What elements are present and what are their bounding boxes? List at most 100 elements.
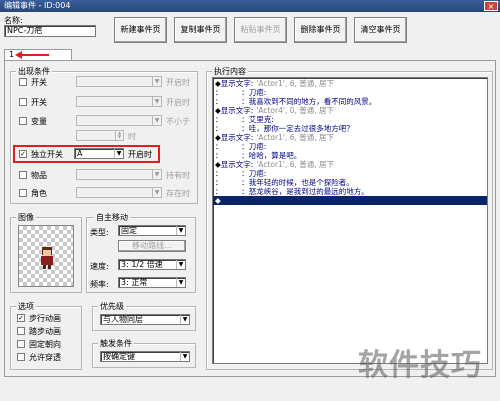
- paste-page-button[interactable]: 粘贴事件页: [234, 17, 287, 43]
- self-switch-value: A: [77, 149, 83, 158]
- direction-fix-checkbox[interactable]: [17, 340, 25, 348]
- contents-title: 执行内容: [212, 66, 248, 77]
- command-line[interactable]: ◆显示文字: 'Actor4', 0, 普通, 居下: [215, 106, 379, 115]
- conditions-title: 出现条件: [16, 66, 52, 77]
- character-image[interactable]: [18, 225, 74, 287]
- close-button[interactable]: ×: [484, 1, 498, 11]
- step-anim-label: 踏步动画: [29, 327, 61, 336]
- chevron-down-icon: ▼: [152, 97, 161, 106]
- frequency-select[interactable]: 3: 正常 ▼: [118, 277, 186, 288]
- trigger-select[interactable]: 按确定键 ▼: [100, 351, 190, 362]
- command-line[interactable]: ： ：刀疤:: [215, 88, 379, 97]
- switch1-select[interactable]: ▼: [76, 76, 162, 87]
- options-title: 选项: [16, 301, 36, 312]
- switch2-checkbox[interactable]: [19, 98, 27, 106]
- type-label: 类型:: [90, 228, 109, 237]
- new-page-button[interactable]: 新建事件页: [114, 17, 167, 43]
- arrow-icon: [15, 51, 49, 59]
- command-insert-row[interactable]: ◆: [213, 196, 487, 205]
- command-text: ：刀疤:: [218, 88, 267, 97]
- switch2-suffix: 开启时: [166, 98, 190, 107]
- command-line[interactable]: ： ：怒龙峡谷，是我到过的最远的地方。: [215, 187, 379, 196]
- command-line[interactable]: ： ：我喜欢到不同的地方，看不同的风景。: [215, 97, 379, 106]
- item-select[interactable]: ▼: [76, 169, 162, 180]
- command-line[interactable]: ： ：哈哈，算是吧。: [215, 151, 379, 160]
- actor-suffix: 存在时: [166, 189, 190, 198]
- variable-unit: 时: [128, 132, 136, 141]
- chevron-down-icon: ▼: [176, 278, 185, 287]
- self-switch-label: 独立开关: [31, 150, 63, 159]
- command-line[interactable]: ◆显示文字: 'Actor1', 6, 普通, 居下: [215, 160, 379, 169]
- command-params: 'Actor1', 6, 普通, 居下: [256, 160, 335, 169]
- chevron-down-icon: ▼: [114, 149, 123, 158]
- image-title: 图像: [16, 212, 36, 223]
- command-line[interactable]: ： ：我年轻的时候，也是个探险者。: [215, 178, 379, 187]
- actor-checkbox[interactable]: [19, 189, 27, 197]
- command-text: 显示文字:: [220, 133, 254, 142]
- type-select[interactable]: 固定 ▼: [118, 225, 186, 236]
- trigger-title: 触发条件: [98, 338, 134, 349]
- clear-page-button[interactable]: 清空事件页: [354, 17, 407, 43]
- chevron-down-icon: ▼: [176, 260, 185, 269]
- through-label: 允许穿透: [29, 353, 61, 362]
- item-checkbox[interactable]: [19, 171, 27, 179]
- frequency-label: 频率:: [90, 280, 109, 289]
- chevron-down-icon: ▼: [180, 352, 189, 361]
- command-line[interactable]: ： ：刀疤:: [215, 142, 379, 151]
- move-route-button[interactable]: 移动路线...: [118, 240, 186, 252]
- chevron-down-icon: ▼: [152, 188, 161, 197]
- direction-fix-label: 固定朝向: [29, 340, 61, 349]
- step-anim-checkbox[interactable]: [17, 327, 25, 335]
- priority-title: 优先级: [98, 301, 126, 312]
- speed-label: 速度:: [90, 262, 109, 271]
- actor-select[interactable]: ▼: [76, 187, 162, 198]
- speed-select[interactable]: 3: 1/2 倍速 ▼: [118, 259, 186, 270]
- name-input[interactable]: NPC-刀疤: [4, 25, 96, 37]
- event-command-list[interactable]: ◆显示文字: 'Actor1', 6, 普通, 居下： ：刀疤:： ：我喜欢到不同…: [212, 77, 488, 364]
- command-params: 'Actor1', 6, 普通, 居下: [256, 133, 335, 142]
- item-label: 物品: [31, 171, 47, 180]
- trigger-value: 按确定键: [103, 352, 135, 361]
- switch2-select[interactable]: ▼: [76, 96, 162, 107]
- command-text: 显示文字:: [220, 106, 254, 115]
- chevron-down-icon: ▼: [180, 315, 189, 324]
- command-text: ：我年轻的时候，也是个探险者。: [218, 178, 354, 187]
- command-line[interactable]: ： ：哇，那你一定去过很多地方吧？: [215, 124, 379, 133]
- command-text: ：哇，那你一定去过很多地方吧？: [218, 124, 354, 133]
- command-params: 'Actor1', 6, 普通, 居下: [256, 79, 335, 88]
- delete-page-button[interactable]: 删除事件页: [294, 17, 347, 43]
- chevron-down-icon: ▼: [152, 116, 161, 125]
- variable-suffix: 不小于: [166, 117, 190, 126]
- walk-anim-checkbox[interactable]: ✓: [17, 314, 25, 322]
- command-text: ：我喜欢到不同的地方，看不同的风景。: [218, 97, 377, 106]
- speed-value: 3: 1/2 倍速: [121, 260, 163, 269]
- walk-anim-label: 步行动画: [29, 314, 61, 323]
- command-line[interactable]: ： ：艾里克:: [215, 115, 379, 124]
- tab-page-1[interactable]: 1: [4, 49, 72, 60]
- through-checkbox[interactable]: [17, 353, 25, 361]
- actor-label: 角色: [31, 189, 47, 198]
- command-params: 'Actor4', 0, 普通, 居下: [256, 106, 335, 115]
- command-text: ：哈哈，算是吧。: [218, 151, 302, 160]
- command-text: 显示文字:: [220, 160, 254, 169]
- self-switch-checkbox[interactable]: ✓: [19, 150, 27, 158]
- variable-checkbox[interactable]: [19, 117, 27, 125]
- command-line[interactable]: ◆显示文字: 'Actor1', 6, 普通, 居下: [215, 133, 379, 142]
- copy-page-button[interactable]: 复制事件页: [174, 17, 227, 43]
- item-suffix: 持有时: [166, 171, 190, 180]
- variable-select[interactable]: ▼: [76, 115, 162, 126]
- variable-value-stepper[interactable]: ▲ ▼: [76, 130, 124, 141]
- command-line[interactable]: ◆显示文字: 'Actor1', 6, 普通, 居下: [215, 79, 379, 88]
- switch1-checkbox[interactable]: [19, 78, 27, 86]
- self-switch-select[interactable]: A ▼: [74, 148, 124, 159]
- chevron-down-icon: ▼: [152, 77, 161, 86]
- command-text: ：刀疤:: [218, 169, 267, 178]
- type-value: 固定: [121, 226, 137, 235]
- switch1-suffix: 开启时: [166, 78, 190, 87]
- chevron-down-icon: ▼: [152, 170, 161, 179]
- priority-value: 与人物同层: [103, 315, 143, 324]
- command-line[interactable]: ： ：刀疤:: [215, 169, 379, 178]
- character-sprite-icon: [41, 247, 53, 269]
- priority-select[interactable]: 与人物同层 ▼: [100, 314, 190, 325]
- autonomous-title: 自主移动: [94, 212, 130, 223]
